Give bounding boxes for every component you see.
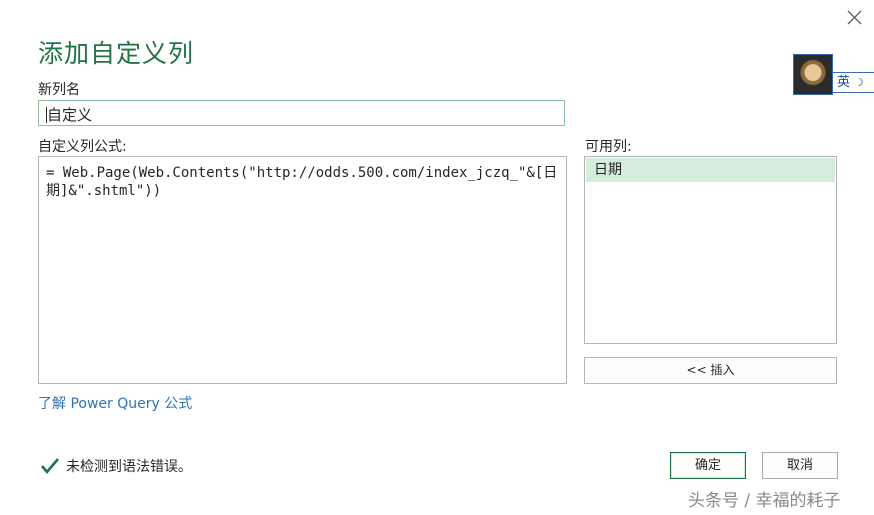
cancel-button[interactable]: 取消 — [762, 452, 838, 479]
ime-mode-label: 英 — [837, 75, 851, 90]
watermark: 头条号 / 幸福的耗子 — [688, 491, 841, 511]
insert-button[interactable]: << 插入 — [584, 357, 837, 384]
ime-mode-indicator[interactable]: 英 ☽ — [833, 72, 874, 93]
list-item-date[interactable]: 日期 — [586, 158, 835, 182]
column-name-input[interactable]: 自定义 — [38, 100, 565, 126]
syntax-status: 未检测到语法错误。 — [40, 456, 192, 476]
formula-editor[interactable]: = Web.Page(Web.Contents("http://odds.500… — [38, 156, 567, 384]
column-name-label: 新列名 — [38, 82, 80, 98]
syntax-status-text: 未检测到语法错误。 — [66, 459, 192, 475]
close-icon — [847, 10, 862, 25]
close-button[interactable] — [842, 6, 866, 30]
checkmark-icon — [41, 458, 59, 475]
available-columns-list[interactable]: 日期 — [584, 156, 837, 344]
ok-button[interactable]: 确定 — [670, 452, 746, 479]
formula-label: 自定义列公式: — [38, 139, 127, 155]
dialog-title: 添加自定义列 — [38, 39, 195, 68]
moon-icon: ☽ — [854, 76, 864, 89]
ime-toolbar[interactable]: 英 ☽ — [793, 54, 874, 95]
avatar[interactable] — [793, 54, 833, 95]
available-columns-label: 可用列: — [585, 139, 632, 155]
learn-formula-link[interactable]: 了解 Power Query 公式 — [38, 393, 192, 413]
formula-text: = Web.Page(Web.Contents("http://odds.500… — [46, 165, 558, 199]
column-name-value: 自定义 — [47, 106, 93, 124]
